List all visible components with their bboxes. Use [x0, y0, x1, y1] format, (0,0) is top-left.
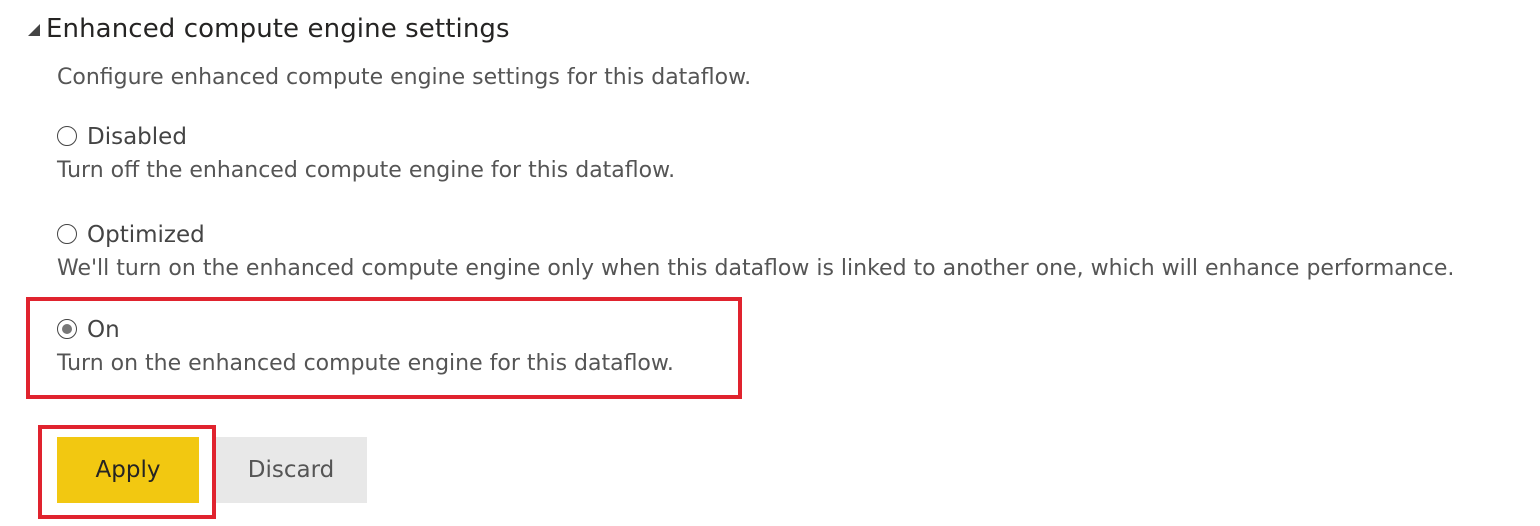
option-label-disabled[interactable]: Disabled — [87, 124, 187, 150]
option-description-on: Turn on the enhanced compute engine for … — [57, 351, 674, 376]
option-disabled: Disabled Turn off the enhanced compute e… — [57, 124, 675, 183]
option-description-disabled: Turn off the enhanced compute engine for… — [57, 158, 676, 183]
discard-button[interactable]: Discard — [215, 437, 367, 503]
radio-button-optimized[interactable] — [57, 224, 77, 244]
radio-option-on[interactable]: On — [57, 317, 674, 343]
option-description-optimized: We'll turn on the enhanced compute engin… — [57, 256, 1455, 281]
radio-option-disabled[interactable]: Disabled — [57, 124, 675, 150]
section-description: Configure enhanced compute engine settin… — [57, 65, 752, 90]
radio-option-optimized[interactable]: Optimized — [57, 222, 1454, 248]
apply-button[interactable]: Apply — [57, 437, 199, 503]
section-header-enhanced-compute[interactable]: Enhanced compute engine settings — [28, 14, 510, 44]
radio-selected-dot — [62, 324, 72, 334]
option-optimized: Optimized We'll turn on the enhanced com… — [57, 222, 1454, 281]
radio-button-on[interactable] — [57, 319, 77, 339]
collapse-caret-icon[interactable] — [28, 24, 40, 36]
section-title: Enhanced compute engine settings — [46, 14, 510, 44]
radio-button-disabled[interactable] — [57, 126, 77, 146]
option-on: On Turn on the enhanced compute engine f… — [57, 317, 674, 376]
option-label-on[interactable]: On — [87, 317, 120, 343]
option-label-optimized[interactable]: Optimized — [87, 222, 205, 248]
